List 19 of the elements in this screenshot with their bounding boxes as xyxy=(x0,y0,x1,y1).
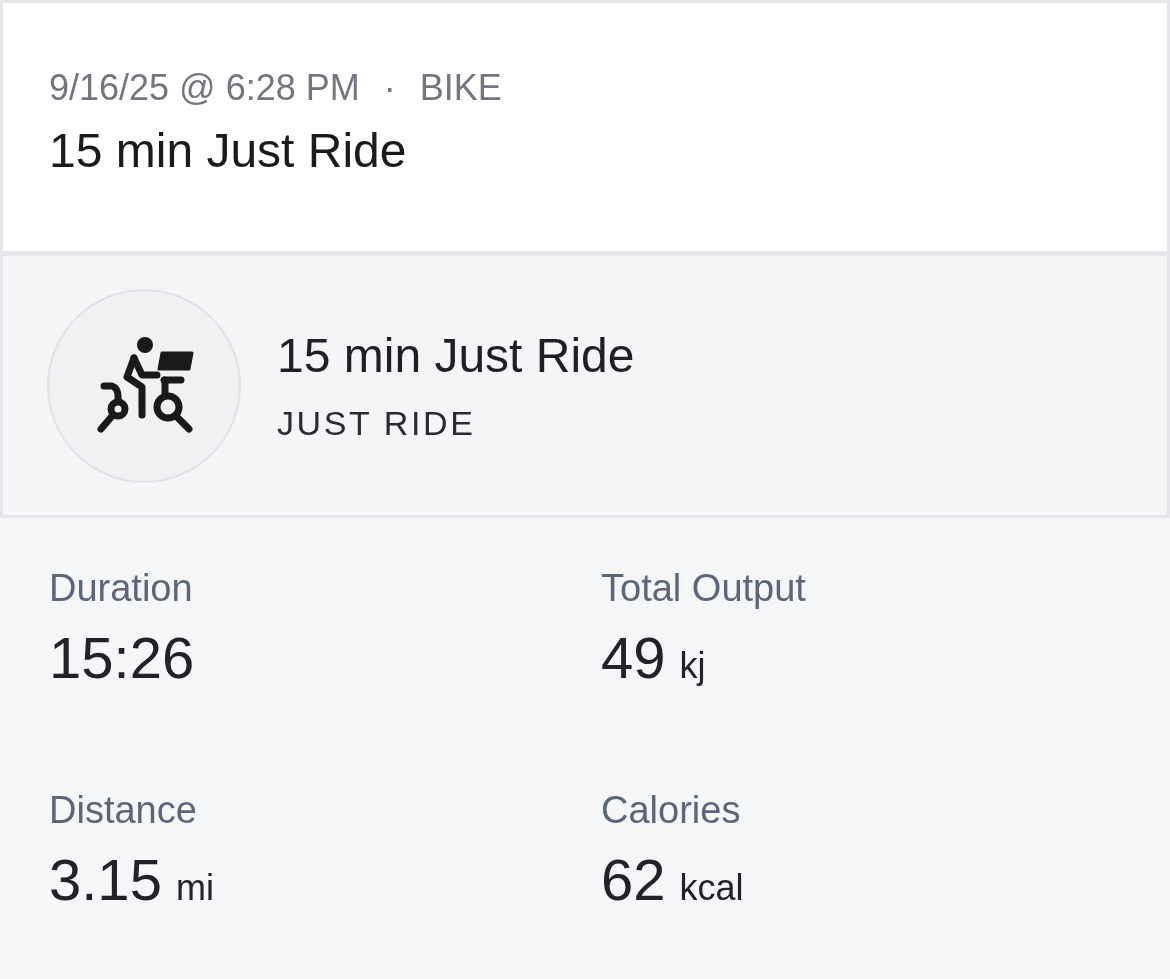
workout-date-time: 9/16/25 @ 6:28 PM xyxy=(49,67,360,109)
stat-label: Duration xyxy=(49,568,193,608)
stat-label: Total Output xyxy=(601,568,806,608)
separator-dot: · xyxy=(383,67,396,109)
class-type: JUST RIDE xyxy=(277,403,476,443)
class-title: 15 min Just Ride xyxy=(277,329,635,383)
stat-value: 49 xyxy=(601,624,666,692)
stat-label: Calories xyxy=(601,790,741,830)
stat-unit: mi xyxy=(175,867,214,909)
stat-label: Distance xyxy=(49,790,197,830)
stationary-bike-icon xyxy=(47,289,241,483)
stat-value: 3.15 xyxy=(49,846,162,914)
class-card[interactable]: 15 min Just Ride JUST RIDE xyxy=(0,256,1170,518)
stat-unit: kcal xyxy=(679,867,744,909)
workout-category: BIKE xyxy=(419,67,502,109)
stat-value: 62 xyxy=(601,846,666,914)
workout-title: 15 min Just Ride xyxy=(49,124,407,177)
stat-value: 15:26 xyxy=(49,624,195,692)
stat-unit: kj xyxy=(679,645,706,687)
